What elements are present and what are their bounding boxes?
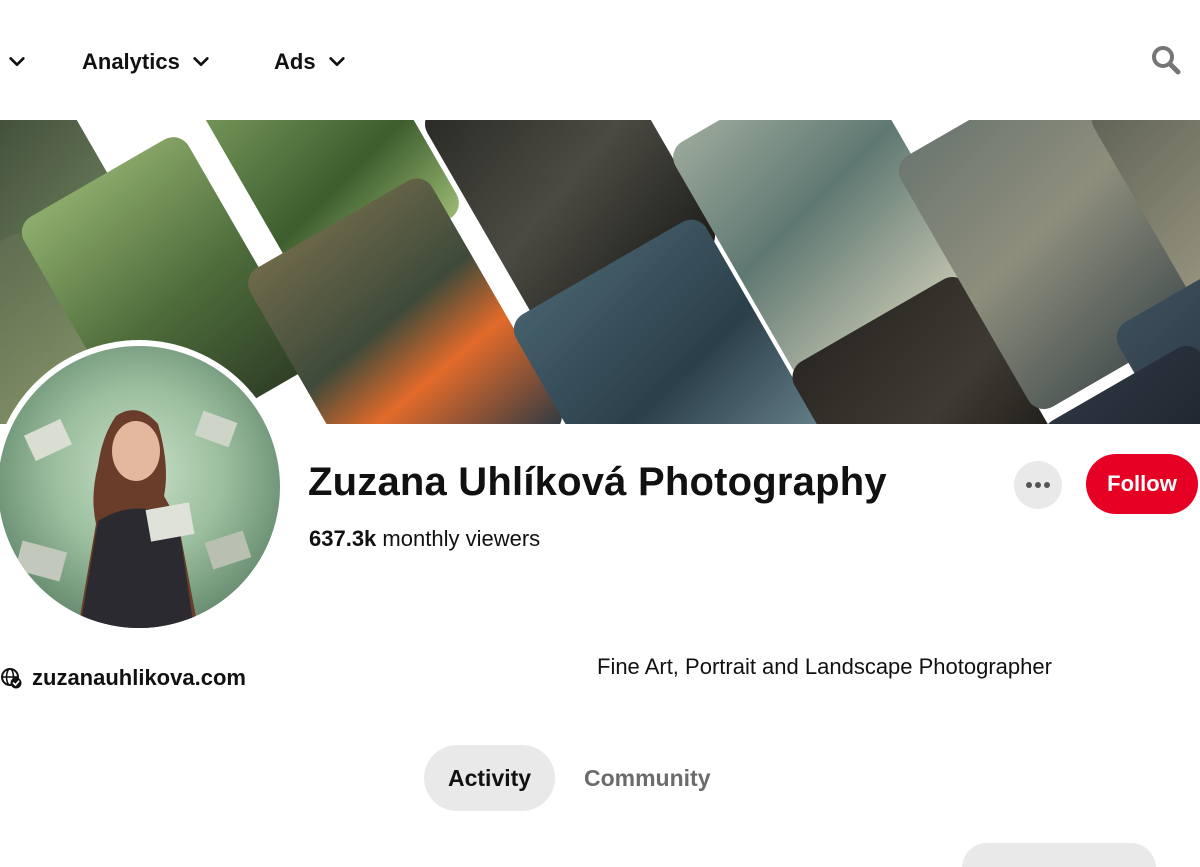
chevron-down-icon [328, 57, 345, 67]
avatar-frame [0, 340, 286, 634]
search-button[interactable] [1148, 42, 1184, 78]
section-action-button[interactable] [962, 843, 1156, 867]
tab-community[interactable]: Community [560, 745, 735, 811]
profile-name: Zuzana Uhlíková Photography [308, 460, 887, 504]
more-horizontal-icon [1026, 482, 1050, 488]
monthly-viewers: 637.3k monthly viewers [309, 526, 540, 552]
chevron-down-icon [193, 57, 209, 67]
avatar-portrait [14, 410, 252, 628]
nav-item-ads[interactable]: Ads [274, 46, 346, 78]
verified-globe-icon [1, 668, 22, 689]
more-options-button[interactable] [1014, 461, 1062, 509]
follow-button[interactable]: Follow [1086, 454, 1198, 514]
viewers-count: 637.3k [309, 526, 377, 551]
nav-item-collapsed[interactable] [0, 46, 26, 78]
chevron-down-icon [9, 57, 25, 67]
profile-about: Fine Art, Portrait and Landscape Photogr… [597, 654, 1052, 679]
nav-item-analytics[interactable]: Analytics [82, 46, 210, 78]
viewers-label: monthly viewers [382, 526, 541, 551]
top-navigation: Analytics Ads [0, 0, 1200, 120]
search-icon [1152, 46, 1181, 75]
avatar[interactable] [0, 346, 280, 628]
nav-item-label: Ads [274, 49, 316, 74]
tab-activity[interactable]: Activity [424, 745, 556, 811]
nav-item-label: Analytics [82, 49, 180, 74]
website-text: zuzanauhlikova.com [32, 665, 246, 690]
website-link[interactable]: zuzanauhlikova.com [0, 665, 246, 691]
